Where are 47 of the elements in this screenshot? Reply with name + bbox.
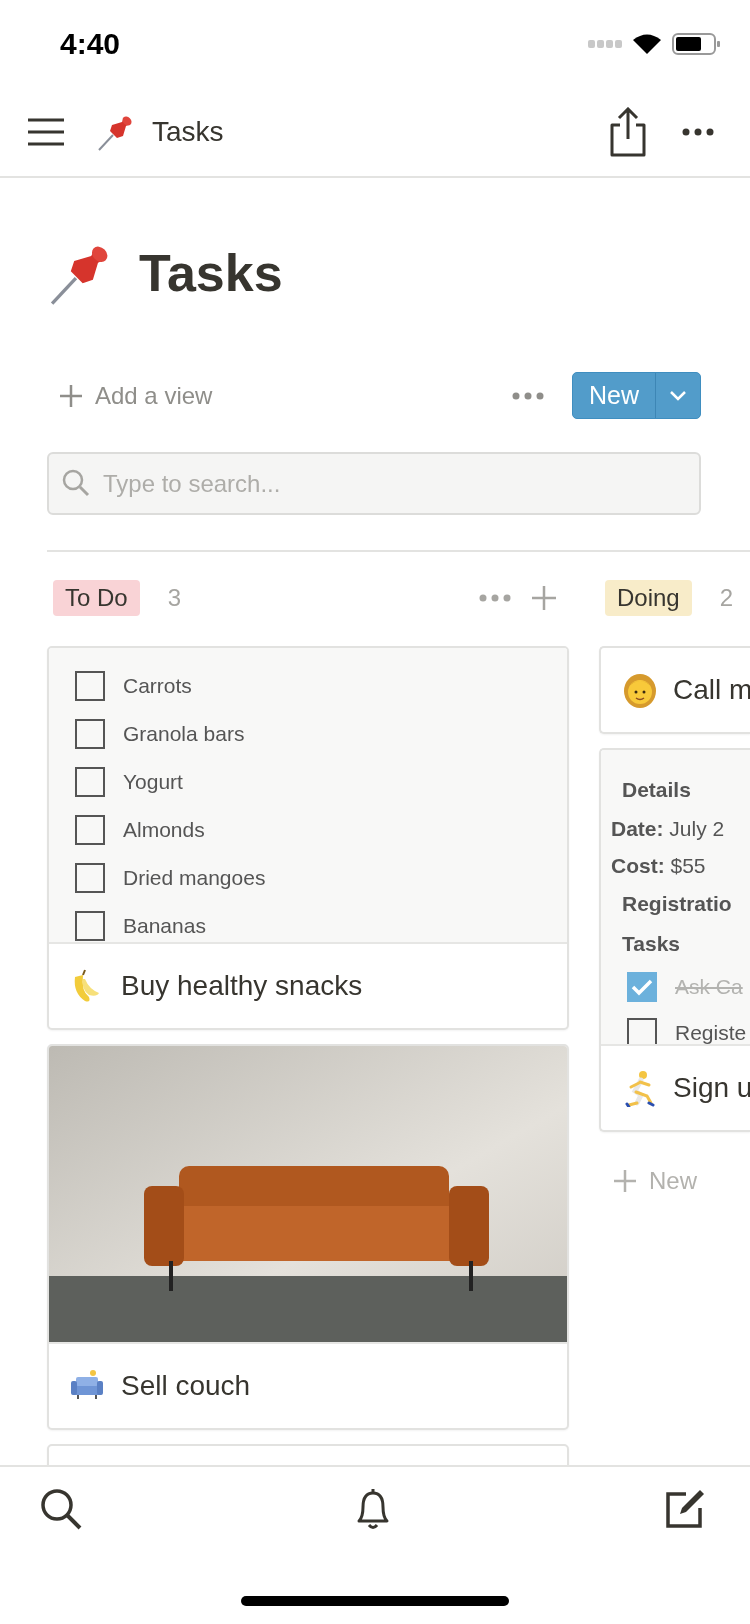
column-tag: Doing	[605, 580, 692, 616]
checklist-item-text: Carrots	[123, 674, 192, 698]
checklist-item-text: Bananas	[123, 914, 206, 938]
more-icon[interactable]	[682, 128, 714, 136]
column-count: 2	[719, 584, 734, 612]
caret-icon	[670, 390, 686, 401]
signal-icon	[588, 40, 622, 48]
card-title[interactable]: Sell couch	[121, 1370, 251, 1402]
checkbox[interactable]	[75, 671, 105, 701]
status-time: 4:40	[60, 27, 121, 61]
woman-face-icon	[621, 671, 659, 709]
section-heading: Details	[621, 777, 692, 803]
page-title: Tasks	[139, 243, 283, 303]
checkbox[interactable]	[75, 863, 105, 893]
card-title[interactable]: Sign u	[673, 1072, 750, 1104]
column-tag: To Do	[53, 580, 140, 616]
share-icon[interactable]	[608, 107, 648, 157]
card-title[interactable]: Call m	[673, 674, 750, 706]
checkbox[interactable]	[627, 972, 657, 1002]
checklist-item-text: Dried mangoes	[123, 866, 266, 890]
task-text: Ask Ca	[675, 975, 743, 999]
menu-button[interactable]	[28, 117, 64, 147]
checklist-item-text: Granola bars	[123, 722, 245, 746]
checkbox[interactable]	[75, 815, 105, 845]
checkbox[interactable]	[75, 911, 105, 941]
plus-icon	[59, 383, 83, 408]
menu-icon	[28, 117, 64, 147]
wifi-icon	[632, 33, 662, 55]
search-icon	[62, 469, 90, 497]
checkbox[interactable]	[75, 767, 105, 797]
detail-text: Cost: $55	[611, 853, 707, 879]
card-title[interactable]: Buy healthy snacks	[121, 970, 363, 1002]
nav-title: Tasks	[152, 116, 224, 148]
task-text: Registe	[675, 1021, 747, 1044]
battery-icon	[672, 33, 720, 55]
plus-icon	[613, 1169, 637, 1193]
checkbox[interactable]	[75, 719, 105, 749]
section-heading: Registratio	[621, 891, 733, 917]
checkbox[interactable]	[627, 1018, 657, 1044]
checklist-item-text: Yogurt	[123, 770, 183, 794]
section-heading: Tasks	[621, 931, 681, 957]
search-field[interactable]: Type to search...	[47, 452, 701, 515]
checklist-item-text: Almonds	[123, 818, 205, 842]
column-count: 3	[167, 584, 182, 612]
compose-icon[interactable]	[664, 1488, 706, 1530]
search-icon[interactable]	[40, 1488, 82, 1530]
detail-text: Date: July 2	[611, 816, 726, 842]
